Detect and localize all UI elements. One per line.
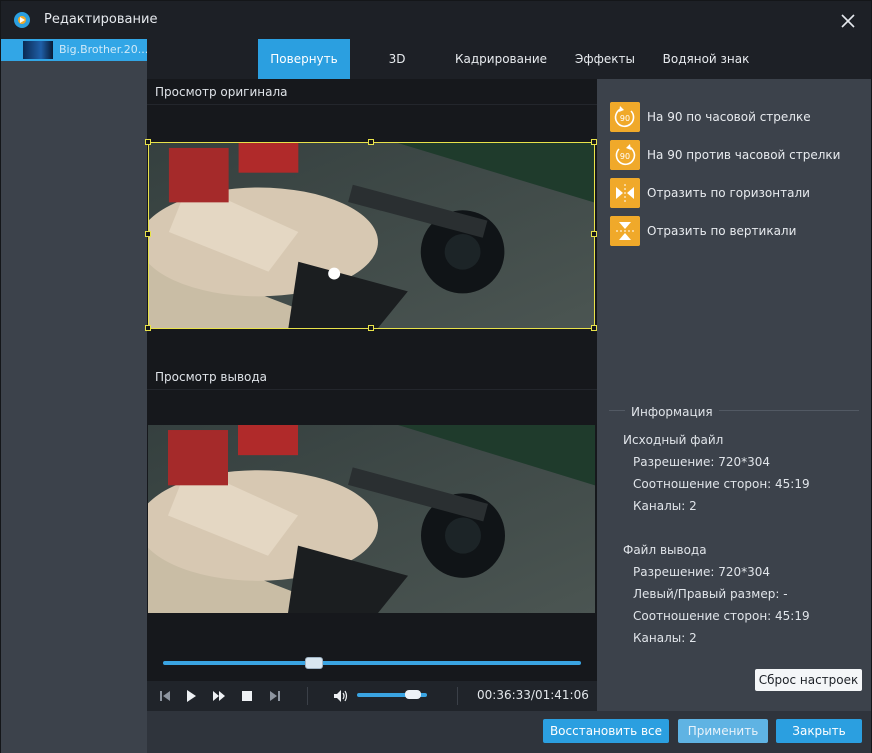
output-preview-label: Просмотр вывода: [155, 370, 268, 384]
volume-icon[interactable]: [333, 688, 349, 704]
tab-crop[interactable]: Кадрирование: [447, 39, 555, 79]
file-list: Big.Brother.20...: [1, 39, 149, 753]
close-button[interactable]: Закрыть: [776, 719, 862, 743]
rotate-settings-panel: 90 На 90 по часовой стрелке 90 На 90 про…: [597, 79, 871, 711]
progress-slider[interactable]: [163, 661, 581, 665]
app-logo-icon: [14, 12, 30, 28]
original-preview-label: Просмотр оригинала: [155, 85, 288, 99]
flip-vertical-label: Отразить по вертикали: [647, 224, 797, 238]
source-aspect-ratio: Соотношение сторон: 45:19: [633, 477, 810, 491]
rotate-counterclockwise-icon: 90: [610, 140, 640, 170]
output-video-frame: [148, 425, 595, 613]
window-title: Редактирование: [44, 12, 158, 27]
volume-slider-thumb[interactable]: [405, 690, 421, 699]
output-resolution: Разрешение: 720*304: [633, 565, 771, 579]
timecode: 00:36:33/01:41:06: [477, 688, 589, 702]
bottom-action-bar: Восстановить все Применить Закрыть: [147, 711, 871, 753]
rotate-clockwise-button[interactable]: 90 На 90 по часовой стрелке: [610, 102, 865, 132]
preview-panel: Просмотр оригинала Просмотр вывода: [145, 79, 597, 711]
tab-watermark[interactable]: Водяной знак: [655, 39, 757, 79]
restore-all-button[interactable]: Восстановить все: [543, 719, 669, 743]
output-aspect-ratio: Соотношение сторон: 45:19: [633, 609, 810, 623]
rotate-badge-text: 90: [620, 114, 630, 123]
divider: [457, 687, 458, 705]
tab-rotate[interactable]: Повернуть: [258, 39, 350, 79]
progress-slider-thumb[interactable]: [304, 657, 323, 669]
reset-settings-button[interactable]: Сброс настроек: [755, 669, 862, 691]
crop-handle[interactable]: [368, 325, 374, 331]
tab-3d[interactable]: 3D: [365, 39, 429, 79]
title-bar: Редактирование: [1, 1, 871, 39]
kart-frame-image: [149, 143, 594, 328]
flip-horizontal-button[interactable]: Отразить по горизонтали: [610, 178, 865, 208]
flip-vertical-icon: [610, 216, 640, 246]
flip-vertical-button[interactable]: Отразить по вертикали: [610, 216, 865, 246]
output-lr-size: Левый/Правый размер: -: [633, 587, 788, 601]
source-resolution: Разрешение: 720*304: [633, 455, 771, 469]
close-icon[interactable]: [835, 8, 861, 34]
source-channels: Каналы: 2: [633, 499, 697, 513]
crop-handle[interactable]: [145, 325, 151, 331]
crop-handle[interactable]: [145, 139, 151, 145]
divider: [147, 389, 597, 390]
kart-frame-image: [148, 425, 595, 613]
play-icon[interactable]: [183, 688, 199, 704]
rotate-counterclockwise-label: На 90 против часовой стрелки: [647, 148, 841, 162]
tab-bar: Повернуть 3D Кадрирование Эффекты Водяно…: [147, 39, 871, 79]
playback-controls: 00:36:33/01:41:06: [147, 681, 597, 711]
rotate-badge-text: 90: [620, 152, 630, 161]
output-channels: Каналы: 2: [633, 631, 697, 645]
flip-horizontal-label: Отразить по горизонтали: [647, 186, 810, 200]
skip-to-end-icon[interactable]: [267, 688, 283, 704]
crop-handle[interactable]: [145, 231, 151, 237]
rotate-clockwise-icon: 90: [610, 102, 640, 132]
info-title: Информация: [625, 405, 719, 419]
apply-button[interactable]: Применить: [678, 719, 768, 743]
tab-effects[interactable]: Эффекты: [565, 39, 645, 79]
output-file-heading: Файл вывода: [623, 543, 707, 557]
rotate-counterclockwise-button[interactable]: 90 На 90 против часовой стрелки: [610, 140, 865, 170]
file-thumbnail: [23, 41, 53, 59]
skip-to-start-icon[interactable]: [157, 688, 173, 704]
crop-handle[interactable]: [368, 139, 374, 145]
divider: [307, 687, 308, 705]
source-file-heading: Исходный файл: [623, 433, 724, 447]
file-name: Big.Brother.20...: [59, 43, 149, 56]
fast-forward-icon[interactable]: [211, 688, 227, 704]
flip-horizontal-icon: [610, 178, 640, 208]
rotate-clockwise-label: На 90 по часовой стрелке: [647, 110, 811, 124]
original-video-frame[interactable]: [148, 142, 595, 329]
file-list-item[interactable]: Big.Brother.20...: [1, 39, 149, 61]
divider: [147, 104, 597, 105]
edit-window: Редактирование Big.Brother.20... Поверну…: [0, 0, 872, 753]
stop-icon[interactable]: [239, 688, 255, 704]
